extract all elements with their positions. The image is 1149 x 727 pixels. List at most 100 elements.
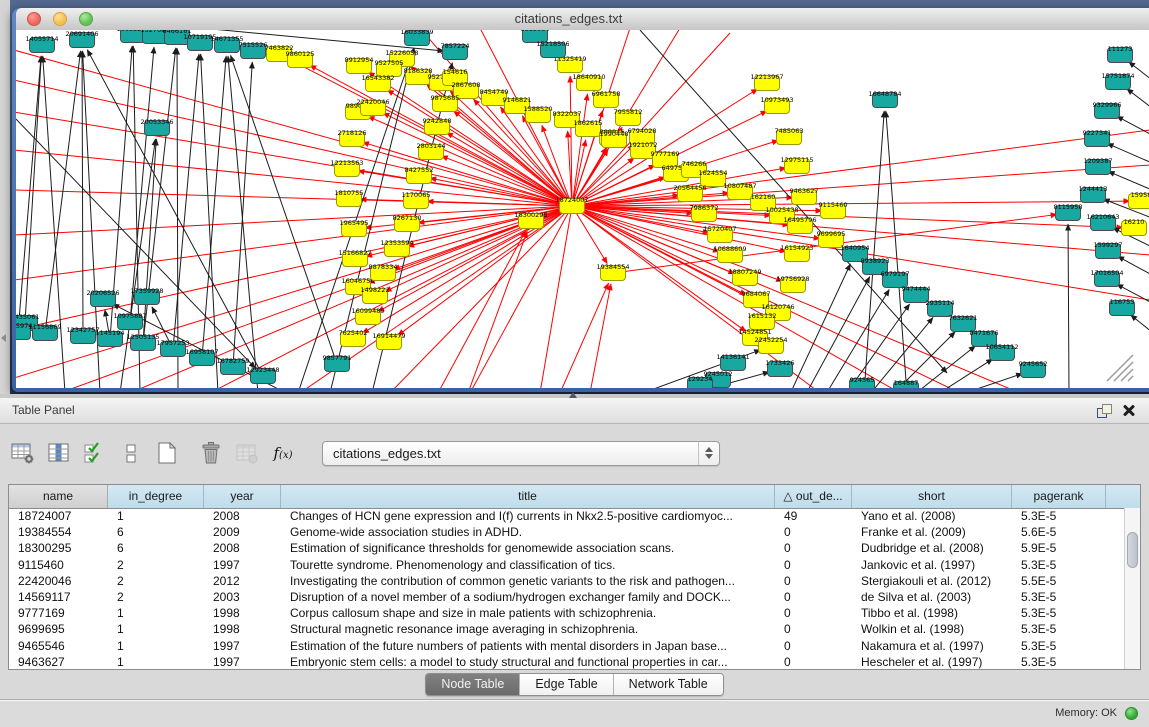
graph-edge[interactable] <box>590 284 611 388</box>
table-cell[interactable]: 9777169 <box>9 605 108 621</box>
deselect-all-button[interactable] <box>116 439 146 467</box>
graph-edge[interactable] <box>16 50 564 204</box>
column-header[interactable]: △ out_de... <box>775 485 852 508</box>
table-cell[interactable]: Stergiakouli et al. (2012) <box>852 573 1012 589</box>
graph-edge[interactable] <box>16 206 564 235</box>
table-cell[interactable]: 0 <box>775 605 852 621</box>
table-cell[interactable]: 5.3E-5 <box>1012 589 1106 605</box>
table-cell[interactable]: 9465546 <box>9 638 108 654</box>
change-table-mode-button[interactable] <box>8 439 38 467</box>
citation-network-graph[interactable]: 1872400718300295193845548912954152260589… <box>16 30 1149 388</box>
graph-edge[interactable] <box>231 55 335 358</box>
table-row[interactable]: 946362711997Embryonic stem cells: a mode… <box>9 654 1125 669</box>
graph-edge[interactable] <box>576 149 608 199</box>
table-cell[interactable]: 5.3E-5 <box>1012 557 1106 573</box>
column-header[interactable]: name <box>9 485 108 508</box>
table-cell[interactable]: Investigating the contribution of common… <box>281 573 775 589</box>
table-cell[interactable]: 0 <box>775 621 852 637</box>
tab-network-table[interactable]: Network Table <box>614 674 723 695</box>
function-builder-button[interactable]: f(x) <box>268 439 298 467</box>
table-cell[interactable]: 14569117 <box>9 589 108 605</box>
table-cell[interactable]: 18724007 <box>9 508 108 524</box>
table-cell[interactable]: 1 <box>108 605 204 621</box>
table-cell[interactable]: Jankovic et al. (1997) <box>852 557 1012 573</box>
resize-grip-icon[interactable] <box>1097 345 1137 385</box>
table-cell[interactable]: Tourette syndrome. Phenomenology and cla… <box>281 557 775 573</box>
table-cell[interactable]: Structural magnetic resonance image aver… <box>281 621 775 637</box>
graph-edge[interactable] <box>806 277 870 388</box>
table-cell[interactable]: Disruption of a novel member of a sodium… <box>281 589 775 605</box>
table-cell[interactable]: 2 <box>108 573 204 589</box>
table-cell[interactable]: 2008 <box>204 508 281 524</box>
create-new-column-button[interactable] <box>152 439 182 467</box>
table-cell[interactable]: 6 <box>108 524 204 540</box>
table-cell[interactable]: 9115460 <box>9 557 108 573</box>
table-cell[interactable]: Embryonic stem cells: a model to study s… <box>281 654 775 669</box>
column-header[interactable]: year <box>204 485 281 508</box>
graph-edge[interactable] <box>202 56 226 352</box>
graph-edge[interactable] <box>540 214 571 388</box>
table-cell[interactable]: 49 <box>775 508 852 524</box>
table-cell[interactable]: 5.3E-5 <box>1012 605 1106 621</box>
graph-edge[interactable] <box>368 116 565 202</box>
table-cell[interactable]: 5.5E-5 <box>1012 573 1106 589</box>
table-cell[interactable]: 2003 <box>204 589 281 605</box>
table-row[interactable]: 946554611997Estimation of the future num… <box>9 638 1125 654</box>
graph-edge[interactable] <box>46 51 81 327</box>
table-cell[interactable]: 2008 <box>204 540 281 556</box>
table-row[interactable]: 1830029562008Estimation of significance … <box>9 540 1125 556</box>
table-row[interactable]: 977716911998Corpus callosum shape and si… <box>9 605 1125 621</box>
graph-edge[interactable] <box>915 346 975 388</box>
select-all-button[interactable] <box>80 439 110 467</box>
table-cell[interactable]: Yano et al. (2008) <box>852 508 1012 524</box>
table-row[interactable]: 969969511998Structural magnetic resonanc… <box>9 621 1125 637</box>
table-cell[interactable]: 1 <box>108 654 204 669</box>
table-row[interactable]: 1456911722003Disruption of a novel membe… <box>9 589 1125 605</box>
column-header[interactable]: pagerank <box>1012 485 1106 508</box>
network-canvas[interactable]: 1872400718300295193845548912954152260589… <box>16 30 1149 388</box>
column-header[interactable]: title <box>281 485 775 508</box>
table-cell[interactable]: 9699695 <box>9 621 108 637</box>
table-cell[interactable]: 2 <box>108 557 204 573</box>
table-cell[interactable]: Franke et al. (2009) <box>852 524 1012 540</box>
table-cell[interactable]: 5.3E-5 <box>1012 638 1106 654</box>
graph-edge[interactable] <box>233 62 252 361</box>
table-cell[interactable]: 1998 <box>204 605 281 621</box>
table-cell[interactable]: 1997 <box>204 557 281 573</box>
table-cell[interactable]: 0 <box>775 638 852 654</box>
delete-columns-button[interactable] <box>196 439 226 467</box>
west-panel-collapse-icon[interactable] <box>1 334 6 342</box>
table-cell[interactable]: 5.3E-5 <box>1012 508 1106 524</box>
table-cell[interactable]: 1 <box>108 638 204 654</box>
table-row[interactable]: 911546021997Tourette syndrome. Phenomeno… <box>9 557 1125 573</box>
table-vertical-scrollbar[interactable] <box>1124 508 1140 669</box>
table-cell[interactable]: 6 <box>108 540 204 556</box>
column-header[interactable]: in_degree <box>108 485 204 508</box>
table-cell[interactable]: 1998 <box>204 621 281 637</box>
table-cell[interactable]: 0 <box>775 654 852 669</box>
network-window-titlebar[interactable]: citations_edges.txt <box>16 8 1149 31</box>
graph-edge[interactable] <box>438 231 526 388</box>
table-cell[interactable]: 1 <box>108 621 204 637</box>
graph-edge[interactable] <box>962 374 1023 388</box>
table-cell[interactable]: 0 <box>775 540 852 556</box>
table-row[interactable]: 1872400712008Changes of HCN gene express… <box>9 508 1125 524</box>
table-cell[interactable]: 0 <box>775 573 852 589</box>
graph-edge[interactable] <box>886 111 907 388</box>
table-cell[interactable]: 1997 <box>204 654 281 669</box>
tab-edge-table[interactable]: Edge Table <box>520 674 613 695</box>
table-cell[interactable]: 2009 <box>204 524 281 540</box>
graph-edge[interactable] <box>1108 171 1149 190</box>
table-cell[interactable]: Corpus callosum shape and size in male p… <box>281 605 775 621</box>
table-cell[interactable]: 19384554 <box>9 524 108 540</box>
table-cell[interactable]: 22420046 <box>9 573 108 589</box>
table-cell[interactable]: Nakamura et al. (1997) <box>852 638 1012 654</box>
graph-edge[interactable] <box>1107 143 1149 163</box>
scrollbar-thumb[interactable] <box>1127 532 1138 568</box>
close-panel-icon[interactable] <box>1122 403 1136 417</box>
table-cell[interactable]: Estimation of significance thresholds fo… <box>281 540 775 556</box>
table-cell[interactable]: Hescheler et al. (1997) <box>852 654 1012 669</box>
table-row[interactable]: 1938455462009Genome-wide association stu… <box>9 524 1125 540</box>
graph-edge[interactable] <box>82 51 83 330</box>
table-cell[interactable]: 9463627 <box>9 654 108 669</box>
